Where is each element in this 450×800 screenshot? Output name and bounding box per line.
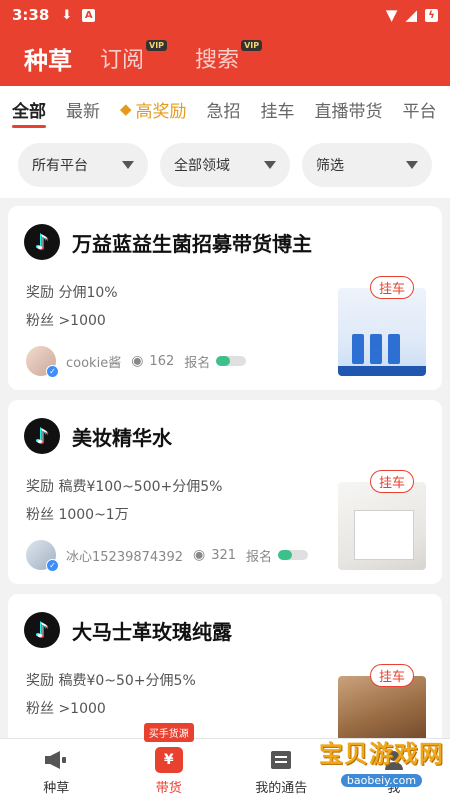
product-thumbnail[interactable]: [338, 288, 426, 376]
category-platform[interactable]: 平台: [403, 86, 437, 132]
card-fans: 粉丝 >1000: [26, 313, 106, 329]
notification-icon: A: [82, 8, 96, 22]
tab-zhongcao[interactable]: 种草: [24, 41, 72, 76]
tab-label: 订阅: [100, 48, 145, 73]
category-latest[interactable]: 最新: [66, 86, 100, 132]
nav-daihuo[interactable]: 买手货源 ¥ 带货: [113, 723, 226, 800]
thumbnail-strip: [338, 366, 426, 376]
tab-label: 搜索: [195, 48, 240, 73]
tiktok-icon: ♪: [24, 612, 60, 648]
nav-label: 种草: [43, 781, 70, 796]
status-time: 3:38: [12, 6, 50, 24]
nav-announcements[interactable]: 我的通告: [225, 739, 338, 800]
hot-badge: 买手货源: [143, 723, 194, 742]
screen-filter[interactable]: 筛选: [302, 143, 432, 187]
category-tabs: 全部 最新 ◆ 高奖励 急招 挂车 直播带货 平台: [0, 86, 450, 132]
card-fans: 粉丝 1000~1万: [26, 507, 129, 523]
cart-tag: 挂车: [369, 470, 414, 493]
product-box-shape: [354, 510, 414, 560]
tab-search[interactable]: 搜索 VIP: [195, 40, 263, 74]
yuan-icon: ¥: [154, 747, 183, 773]
category-high-reward[interactable]: ◆ 高奖励: [120, 86, 187, 132]
caret-down-icon: [122, 161, 134, 169]
bottle-shape: [352, 334, 364, 364]
vip-badge: VIP: [241, 40, 263, 51]
avatar[interactable]: ✓: [26, 540, 59, 572]
bottle-shape: [388, 334, 400, 364]
bottom-nav: 种草 买手货源 ¥ 带货 我的通告 我: [0, 723, 450, 800]
signup-label: 报名: [184, 355, 211, 371]
user-name: 冰心15239874392: [66, 549, 183, 565]
nav-zhongcao[interactable]: 种草: [0, 739, 113, 800]
caret-down-icon: [406, 161, 418, 169]
signup-progress: [216, 356, 247, 366]
card-title-row: ♪ 美妆精华水: [24, 418, 172, 454]
nav-label: 我的通告: [255, 781, 308, 796]
caret-down-icon: [264, 161, 276, 169]
card-reward: 奖励 分佣10%: [26, 285, 118, 301]
category-live[interactable]: 直播带货: [315, 86, 383, 132]
view-count: 321: [211, 547, 237, 563]
filter-label: 所有平台: [32, 158, 88, 174]
tiktok-icon: ♪: [24, 418, 60, 454]
filter-label: 全部领域: [174, 158, 230, 174]
download-icon: ⬇: [61, 7, 73, 23]
view-count: 162: [149, 353, 175, 369]
card-title-row: ♪ 大马士革玫瑰纯露: [24, 612, 232, 648]
verified-icon: ✓: [46, 365, 59, 378]
platform-filter[interactable]: 所有平台: [18, 143, 148, 187]
megaphone-icon: [42, 747, 70, 773]
app-header: 种草 订阅 VIP 搜索 VIP: [0, 30, 450, 86]
tab-subscribe[interactable]: 订阅 VIP: [100, 40, 168, 74]
verified-icon: ✓: [46, 559, 59, 572]
filter-bar: 所有平台 全部领域 筛选: [0, 132, 450, 198]
card-reward: 奖励 稿费¥100~500+分佣5%: [26, 479, 223, 495]
avatar[interactable]: ✓: [26, 346, 59, 378]
category-cart[interactable]: 挂车: [261, 86, 295, 132]
card-title: 万益蓝益生菌招募带货博主: [72, 231, 312, 256]
card-fans: 粉丝 >1000: [26, 701, 106, 717]
category-all[interactable]: 全部: [12, 86, 46, 132]
wifi-icon: ▼: [385, 6, 398, 24]
task-card[interactable]: ♪ 万益蓝益生菌招募带货博主 奖励 分佣10% 粉丝 >1000 ✓ cooki…: [8, 206, 442, 390]
card-meta: ✓ 冰心15239874392 ◉ 321 报名: [26, 540, 309, 572]
user-name: cookie酱: [66, 355, 122, 371]
cart-tag: 挂车: [369, 664, 414, 687]
tiktok-icon: ♪: [24, 224, 60, 260]
card-title: 美妆精华水: [72, 425, 172, 450]
signal-icon: ◢: [405, 6, 417, 24]
user-icon: [380, 747, 408, 773]
tab-label: 种草: [24, 46, 72, 75]
category-label: 高奖励: [135, 101, 187, 122]
eye-icon: ◉: [131, 353, 144, 369]
nav-label: 带货: [155, 781, 182, 796]
bottle-shape: [370, 334, 382, 364]
filter-label: 筛选: [316, 158, 344, 174]
vip-badge: VIP: [146, 40, 168, 51]
card-title-row: ♪ 万益蓝益生菌招募带货博主: [24, 224, 312, 260]
domain-filter[interactable]: 全部领域: [160, 143, 290, 187]
diamond-icon: ◆: [120, 100, 132, 118]
product-thumbnail[interactable]: [338, 482, 426, 570]
cart-tag: 挂车: [369, 276, 414, 299]
list-icon: [267, 747, 295, 773]
nav-label: 我: [387, 781, 401, 796]
nav-me[interactable]: 我: [338, 739, 450, 800]
task-card[interactable]: ♪ 美妆精华水 奖励 稿费¥100~500+分佣5% 粉丝 1000~1万 ✓ …: [8, 400, 442, 584]
eye-icon: ◉: [192, 547, 206, 563]
signup-label: 报名: [246, 549, 273, 565]
card-reward: 奖励 稿费¥0~50+分佣5%: [26, 673, 196, 689]
battery-icon: ϟ: [425, 8, 438, 22]
card-meta: ✓ cookie酱 ◉ 162 报名: [26, 346, 247, 378]
status-bar: 3:38 ⬇ A ▼ ◢ ϟ: [0, 0, 450, 30]
card-title: 大马士革玫瑰纯露: [72, 619, 232, 644]
signup-progress: [278, 550, 309, 560]
category-urgent[interactable]: 急招: [207, 86, 241, 132]
